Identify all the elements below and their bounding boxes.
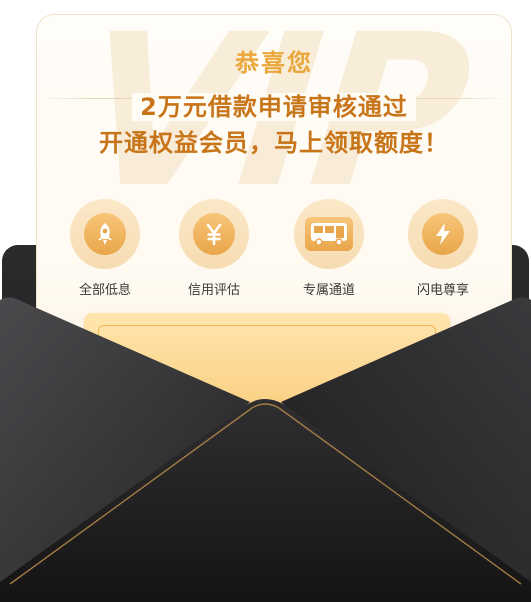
vip-envelope-popup: VIP 恭喜您 2万元借款申请审核通过 开通权益会员，马上领取额度！ 全部低息 … [0,0,531,602]
envelope-front [0,297,531,602]
